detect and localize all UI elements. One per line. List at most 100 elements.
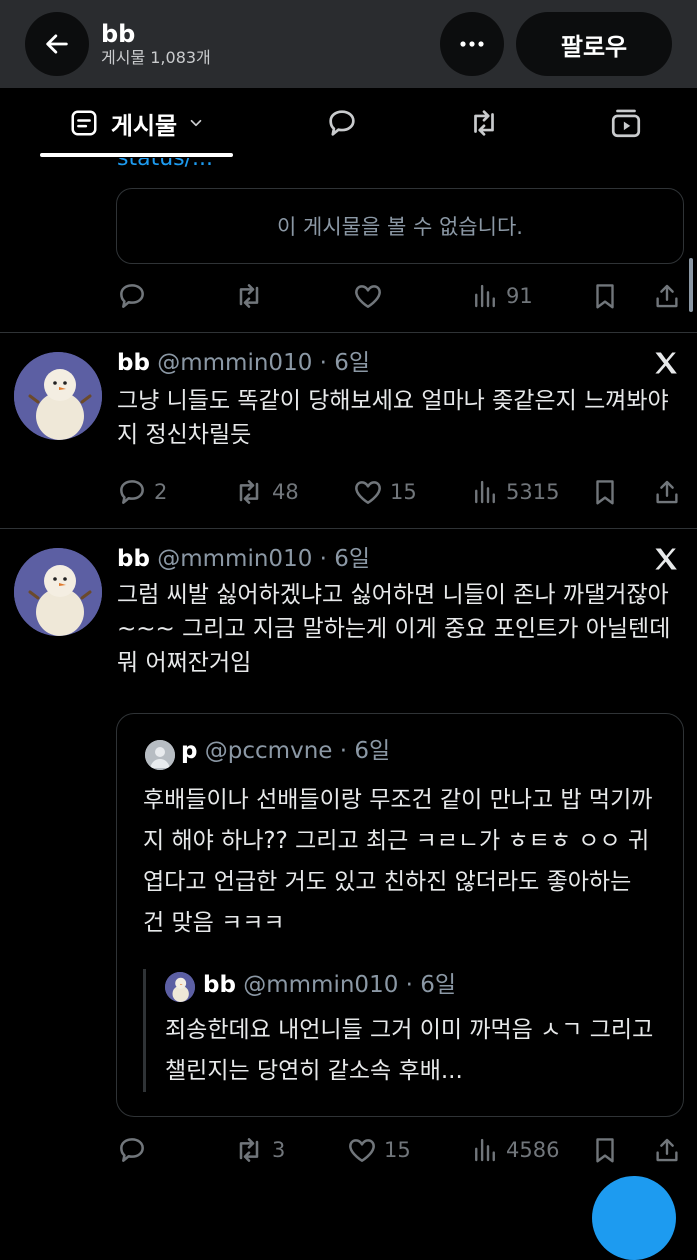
document-icon (71, 110, 97, 136)
share-button[interactable] (652, 1130, 682, 1170)
like-count: 15 (390, 480, 417, 504)
header-post-count: 게시물 1,083개 (101, 48, 211, 67)
repost-count: 3 (272, 1138, 286, 1162)
repost-icon (474, 110, 494, 136)
post-text: 그럼 씨발 싫어하겠냐고 싫어하면 니들이 존나 까댈거잖아~~~ 그리고 지금… (117, 582, 671, 676)
divider (0, 332, 697, 333)
arrow-left-icon (46, 34, 68, 54)
avatar[interactable] (14, 352, 102, 440)
x-logo-icon (655, 352, 677, 374)
reply-icon (120, 480, 144, 504)
bookmark-icon (596, 284, 614, 309)
share-button[interactable] (652, 276, 682, 316)
action-row: 3 15 4586 (116, 1130, 688, 1170)
repost-count: 48 (272, 480, 299, 504)
header-name: bb (101, 20, 136, 48)
bookmark-button[interactable] (590, 1130, 620, 1170)
tab-media[interactable] (596, 88, 656, 158)
nested-quote-text: 죄송한데요 내언니들 그거 이미 까먹음 ㅅㄱ 그리고 챌린지는 당연히 같소속… (165, 1017, 654, 1084)
scrollbar[interactable] (689, 258, 693, 312)
quote-header: p @pccmvne · 6일 (181, 738, 391, 764)
heart-icon (355, 481, 381, 504)
chevron-down-icon (190, 119, 202, 127)
tab-posts-label: 게시물 (110, 111, 178, 140)
video-icon (611, 109, 641, 138)
heart-icon (349, 1139, 375, 1162)
tab-posts[interactable]: 게시물 (40, 88, 234, 158)
quote-avatar (145, 740, 175, 770)
views-count: 4586 (506, 1138, 560, 1162)
tab-reposts[interactable] (454, 88, 514, 158)
views-chart-icon (475, 480, 495, 504)
quote-text: 후배들이나 선배들이랑 무조건 같이 만나고 밥 먹기까지 해야 하나?? 그리… (143, 787, 653, 936)
share-icon (656, 1138, 678, 1162)
repost-button[interactable]: 3 (232, 1130, 285, 1170)
share-icon (656, 284, 678, 308)
bookmark-icon (596, 1138, 614, 1163)
post-header: bb @mmmin010 · 6일 (117, 546, 371, 572)
nested-quote-avatar (165, 972, 195, 1002)
author-handle[interactable]: @mmmin010 (157, 546, 312, 572)
follow-button[interactable]: 팔로우 (516, 12, 672, 76)
snowman-avatar-icon (165, 972, 195, 1002)
tab-replies[interactable] (312, 88, 372, 158)
tab-bar: 게시물 (0, 88, 697, 158)
repost-button[interactable]: 48 (232, 472, 299, 512)
unavailable-text: 이 게시물을 볼 수 없습니다. (277, 215, 523, 239)
reply-count: 2 (154, 480, 168, 504)
divider (0, 528, 697, 529)
profile-header: bb 게시물 1,083개 팔로우 (0, 0, 697, 88)
avatar[interactable] (14, 548, 102, 636)
bookmark-button[interactable] (590, 276, 620, 316)
bookmark-icon (596, 480, 614, 505)
reply-icon (120, 1138, 144, 1162)
views-button[interactable]: 4586 (470, 1130, 559, 1170)
heart-icon (355, 285, 381, 308)
author-name[interactable]: bb (117, 350, 150, 376)
views-chart-icon (475, 1138, 495, 1162)
share-button[interactable] (652, 472, 682, 512)
tab-active-indicator (40, 153, 233, 157)
repost-icon (239, 480, 259, 504)
nested-quote-header: bb @mmmin010 · 6일 (203, 972, 457, 998)
unavailable-post-box: 이 게시물을 볼 수 없습니다. (116, 188, 684, 264)
reply-button[interactable] (116, 1130, 148, 1170)
views-button[interactable]: 91 (470, 276, 533, 316)
x-logo-icon (655, 548, 677, 570)
like-button[interactable]: 15 (352, 472, 417, 512)
views-count: 5315 (506, 480, 560, 504)
reply-button[interactable] (116, 276, 148, 316)
compose-fab-button[interactable] (592, 1176, 676, 1260)
repost-icon (239, 1138, 259, 1162)
repost-button[interactable] (232, 276, 266, 316)
snowman-avatar-icon (14, 548, 102, 636)
like-button[interactable] (352, 276, 384, 316)
post-header: bb @mmmin010 · 6일 (117, 350, 371, 376)
views-button[interactable]: 5315 (470, 472, 559, 512)
quote-author-name: p (181, 738, 198, 764)
quoted-post[interactable]: p @pccmvne · 6일 후배들이나 선배들이랑 무조건 같이 만나고 밥… (116, 713, 684, 1117)
truncated-link[interactable]: status/... (117, 158, 213, 171)
action-row: 91 (116, 276, 688, 316)
quote-time: 6일 (354, 738, 391, 764)
like-button[interactable]: 15 (346, 1130, 411, 1170)
author-handle[interactable]: @mmmin010 (157, 350, 312, 376)
action-row: 2 48 15 5315 (116, 472, 688, 512)
bookmark-button[interactable] (590, 472, 620, 512)
default-avatar-icon (145, 740, 175, 770)
reply-icon (120, 284, 144, 308)
post-text: 그냥 니들도 똑같이 당해보세요 얼마나 좆같은지 느껴봐야지 정신차릴듯 (117, 388, 669, 448)
share-icon (656, 480, 678, 504)
reply-button[interactable]: 2 (116, 472, 167, 512)
back-button[interactable] (25, 12, 89, 76)
views-chart-icon (475, 284, 495, 308)
timeline: status/... 이 게시물을 볼 수 없습니다. 91 bb @mmmin… (0, 158, 697, 1200)
like-count: 15 (384, 1138, 411, 1162)
more-button[interactable] (440, 12, 504, 76)
post-time[interactable]: 6일 (334, 546, 370, 572)
author-name[interactable]: bb (117, 546, 150, 572)
nested-time: 6일 (420, 972, 457, 998)
views-count: 91 (506, 284, 533, 308)
post-time[interactable]: 6일 (334, 350, 370, 376)
repost-icon (239, 284, 259, 308)
